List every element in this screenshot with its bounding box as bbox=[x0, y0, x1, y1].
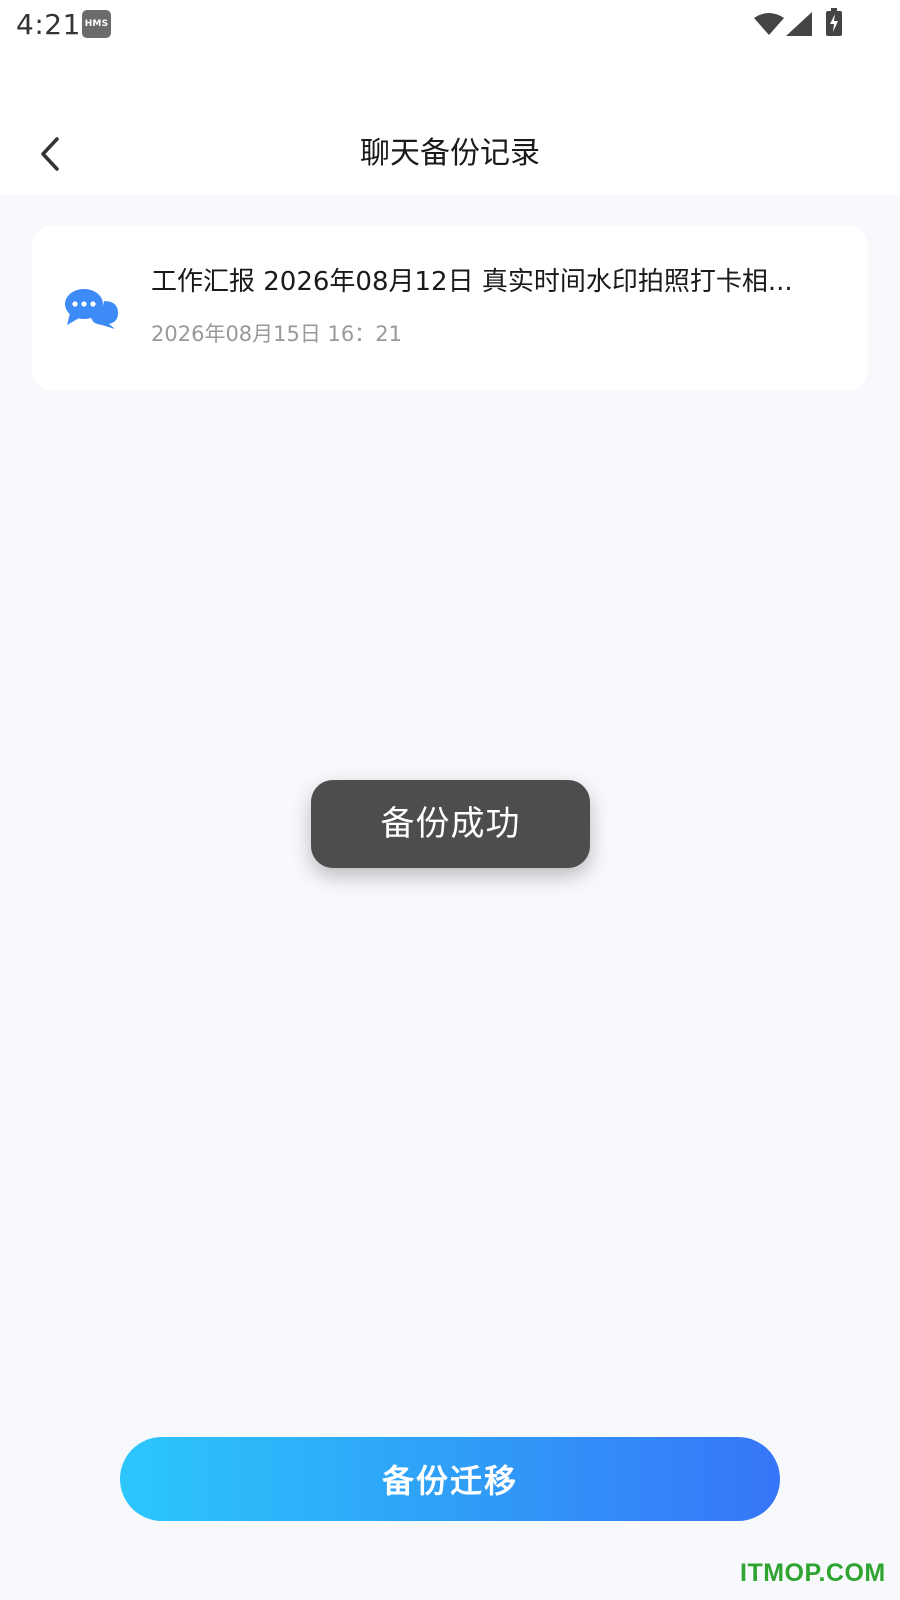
page-title: 聊天备份记录 bbox=[360, 136, 540, 171]
top-area: 4:21 HMS 聊天备份记录 bbox=[0, 0, 900, 195]
nav-bar: 聊天备份记录 bbox=[0, 116, 900, 192]
signal-icon bbox=[786, 12, 812, 40]
chat-bubbles-icon bbox=[64, 287, 120, 333]
status-time: 4:21 bbox=[16, 8, 81, 41]
site-watermark: ITMOP.COM bbox=[740, 1559, 886, 1587]
wifi-icon bbox=[754, 12, 784, 40]
battery-charging-icon bbox=[826, 8, 842, 40]
status-bar: 4:21 HMS bbox=[0, 0, 900, 48]
hms-badge: HMS bbox=[82, 10, 111, 38]
success-toast: 备份成功 bbox=[311, 780, 590, 868]
backup-record-card[interactable]: 工作汇报 2026年08月12日 真实时间水印拍照打卡相... 2026年08月… bbox=[32, 225, 868, 391]
backup-migrate-button[interactable]: 备份迁移 bbox=[120, 1437, 780, 1521]
record-title: 工作汇报 2026年08月12日 真实时间水印拍照打卡相... bbox=[151, 267, 793, 297]
chevron-left-icon bbox=[41, 137, 59, 171]
back-button[interactable] bbox=[28, 132, 72, 176]
record-time: 2026年08月15日 16：21 bbox=[151, 322, 403, 346]
